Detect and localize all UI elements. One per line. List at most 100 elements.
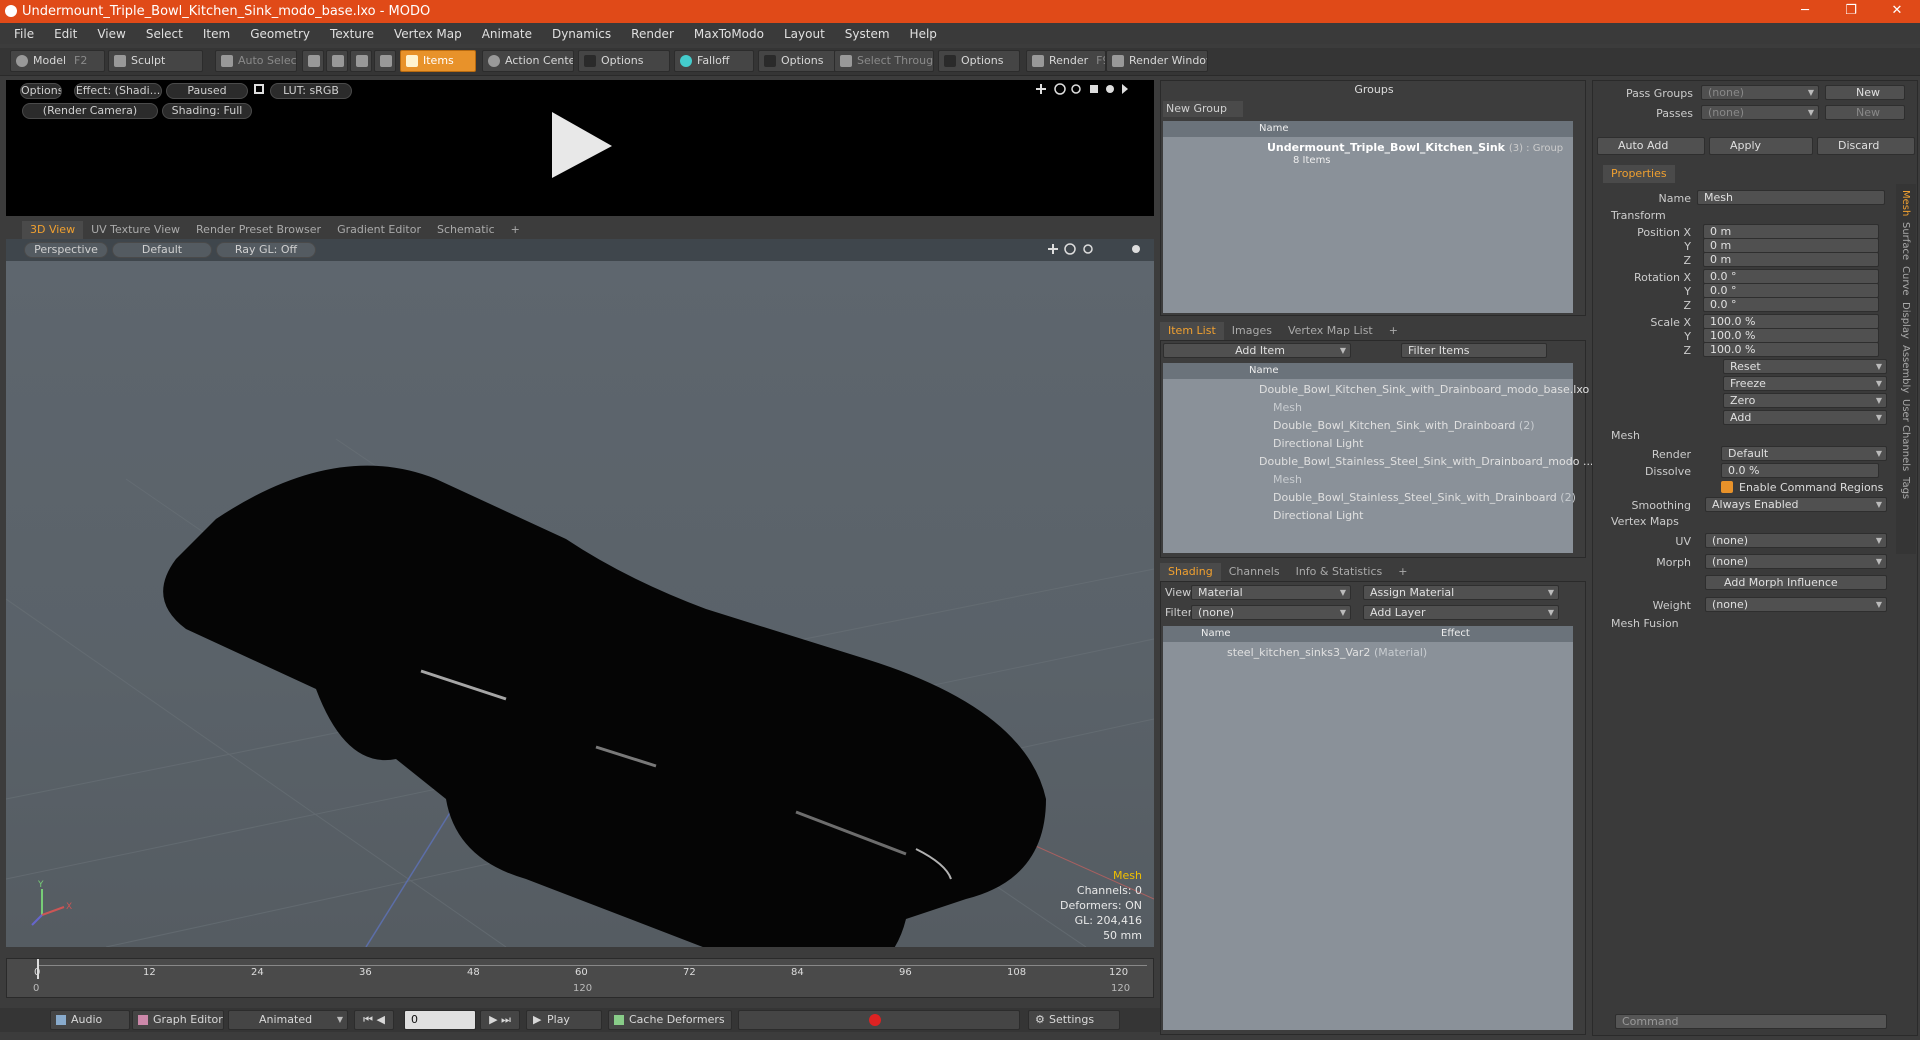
sculpt-mode-button[interactable]: Sculpt bbox=[108, 50, 203, 72]
graph-editor-button[interactable]: Graph Editor bbox=[132, 1010, 224, 1030]
audio-button[interactable]: Audio bbox=[50, 1010, 130, 1030]
items-mode-button[interactable]: Items bbox=[400, 50, 476, 72]
tab-properties[interactable]: Properties bbox=[1603, 165, 1675, 183]
3d-viewport[interactable]: Perspective Default Ray GL: Off Mesh Cha… bbox=[6, 239, 1154, 947]
side-tab-tags[interactable]: Tags bbox=[1900, 477, 1911, 499]
tab-schematic[interactable]: Schematic bbox=[429, 221, 503, 239]
tab-render-preset-browser[interactable]: Render Preset Browser bbox=[188, 221, 329, 239]
add-tab-button[interactable]: + bbox=[503, 221, 528, 239]
raygl-dropdown[interactable]: Ray GL: Off bbox=[216, 242, 316, 258]
menu-dynamics[interactable]: Dynamics bbox=[542, 27, 621, 41]
tab-shading[interactable]: Shading bbox=[1160, 563, 1221, 581]
add-morph-influence-button[interactable]: Add Morph Influence bbox=[1705, 575, 1887, 590]
frame-input[interactable]: 0 bbox=[404, 1010, 476, 1030]
new-pass-group-button[interactable]: New bbox=[1825, 85, 1905, 100]
menu-help[interactable]: Help bbox=[900, 27, 947, 41]
reset-dropdown[interactable]: Reset bbox=[1723, 359, 1887, 374]
menu-file[interactable]: File bbox=[4, 27, 44, 41]
shading-dropdown[interactable]: Shading: Full bbox=[162, 103, 252, 119]
cache-deformers-button[interactable]: Cache Deformers bbox=[608, 1010, 732, 1030]
new-group-button[interactable]: New Group bbox=[1163, 101, 1243, 117]
enable-command-regions-checkbox[interactable] bbox=[1721, 481, 1733, 493]
add-dropdown[interactable]: Add bbox=[1723, 410, 1887, 425]
perspective-dropdown[interactable]: Perspective bbox=[24, 242, 108, 258]
scale-x-input[interactable]: 100.0 % bbox=[1703, 314, 1879, 329]
action-center-button[interactable]: Action Center bbox=[482, 50, 574, 72]
rotation-y-input[interactable]: 0.0 ° bbox=[1703, 283, 1879, 298]
select-through-button[interactable]: Select Through bbox=[834, 50, 934, 72]
falloff-options-button[interactable]: Options bbox=[758, 50, 838, 72]
polygons-mode-button[interactable] bbox=[350, 50, 372, 72]
vertex-maps-section[interactable]: Vertex Maps bbox=[1611, 513, 1679, 531]
list-item[interactable]: Double_Bowl_Kitchen_Sink_with_Drainboard… bbox=[1259, 381, 1589, 399]
action-center-options-button[interactable]: Options bbox=[578, 50, 670, 72]
menu-select[interactable]: Select bbox=[136, 27, 193, 41]
freeze-dropdown[interactable]: Freeze bbox=[1723, 376, 1887, 391]
scale-z-input[interactable]: 100.0 % bbox=[1703, 342, 1879, 357]
menu-texture[interactable]: Texture bbox=[320, 27, 384, 41]
tab-uv-texture-view[interactable]: UV Texture View bbox=[83, 221, 188, 239]
add-tab-button[interactable]: + bbox=[1390, 563, 1415, 581]
add-layer-dropdown[interactable]: Add Layer bbox=[1363, 605, 1559, 620]
menu-maxtomodo[interactable]: MaxToModo bbox=[684, 27, 774, 41]
zero-dropdown[interactable]: Zero bbox=[1723, 393, 1887, 408]
smoothing-dropdown[interactable]: Always Enabled bbox=[1705, 497, 1887, 512]
rotation-z-input[interactable]: 0.0 ° bbox=[1703, 297, 1879, 312]
side-tab-assembly[interactable]: Assembly bbox=[1900, 345, 1911, 393]
dissolve-input[interactable]: 0.0 % bbox=[1721, 463, 1879, 478]
menu-vertex-map[interactable]: Vertex Map bbox=[384, 27, 472, 41]
settings-button[interactable]: ⚙ Settings bbox=[1028, 1010, 1120, 1030]
preview-nav-icons[interactable] bbox=[1034, 83, 1144, 97]
materials-mode-button[interactable] bbox=[374, 50, 396, 72]
group-name[interactable]: Undermount_Triple_Bowl_Kitchen_Sink (3) … bbox=[1267, 141, 1563, 154]
render-button[interactable]: RenderF9 bbox=[1026, 50, 1106, 72]
list-item[interactable]: Mesh bbox=[1273, 471, 1302, 489]
scale-y-input[interactable]: 100.0 % bbox=[1703, 328, 1879, 343]
list-item[interactable]: Double_Bowl_Stainless_Steel_Sink_with_Dr… bbox=[1259, 453, 1593, 471]
command-input[interactable]: Command bbox=[1615, 1014, 1887, 1029]
list-item[interactable]: Double_Bowl_Kitchen_Sink_with_Drainboard… bbox=[1273, 417, 1535, 435]
side-tab-user-channels[interactable]: User Channels bbox=[1900, 399, 1911, 471]
viewport-nav-icons[interactable] bbox=[1046, 243, 1146, 257]
filter-dropdown[interactable]: (none) bbox=[1191, 605, 1351, 620]
menu-animate[interactable]: Animate bbox=[472, 27, 542, 41]
key-tools[interactable] bbox=[738, 1010, 1020, 1030]
filter-items-input[interactable]: Filter Items bbox=[1401, 343, 1547, 358]
tab-vertex-map-list[interactable]: Vertex Map List bbox=[1280, 322, 1381, 340]
menu-edit[interactable]: Edit bbox=[44, 27, 87, 41]
tab-info-statistics[interactable]: Info & Statistics bbox=[1288, 563, 1391, 581]
record-icon[interactable] bbox=[869, 1014, 881, 1026]
lock-icon[interactable] bbox=[254, 84, 264, 94]
side-tab-curve[interactable]: Curve bbox=[1900, 266, 1911, 296]
side-tab-display[interactable]: Display bbox=[1900, 302, 1911, 339]
morph-dropdown[interactable]: (none) bbox=[1705, 554, 1887, 569]
render-window-button[interactable]: Render Window bbox=[1106, 50, 1208, 72]
position-z-input[interactable]: 0 m bbox=[1703, 252, 1879, 267]
preview-paused-button[interactable]: Paused bbox=[166, 83, 248, 99]
render-camera-dropdown[interactable]: (Render Camera) bbox=[22, 103, 158, 119]
list-item[interactable]: Mesh bbox=[1273, 399, 1302, 417]
tab-channels[interactable]: Channels bbox=[1221, 563, 1288, 581]
preview-effect-dropdown[interactable]: Effect: (Shadi... bbox=[74, 83, 162, 99]
add-tab-button[interactable]: + bbox=[1381, 322, 1406, 340]
menu-system[interactable]: System bbox=[835, 27, 900, 41]
assign-material-dropdown[interactable]: Assign Material bbox=[1363, 585, 1559, 600]
name-input[interactable]: Mesh bbox=[1697, 190, 1885, 205]
tab-3d-view[interactable]: 3D View bbox=[22, 221, 84, 239]
model-mode-button[interactable]: Model F2 bbox=[10, 50, 105, 72]
render-dropdown[interactable]: Default bbox=[1721, 446, 1887, 461]
lut-dropdown[interactable]: LUT: sRGB bbox=[270, 83, 352, 99]
default-style-dropdown[interactable]: Default bbox=[112, 242, 212, 258]
tab-images[interactable]: Images bbox=[1224, 322, 1280, 340]
weight-dropdown[interactable]: (none) bbox=[1705, 597, 1887, 612]
side-tab-surface[interactable]: Surface bbox=[1900, 222, 1911, 260]
menu-render[interactable]: Render bbox=[621, 27, 684, 41]
menu-geometry[interactable]: Geometry bbox=[240, 27, 320, 41]
jump-start-buttons[interactable]: ⏮ ◀ bbox=[354, 1010, 394, 1030]
close-button[interactable]: ✕ bbox=[1874, 0, 1920, 23]
list-item[interactable]: Directional Light bbox=[1273, 435, 1363, 453]
auto-select-button[interactable]: Auto Select bbox=[215, 50, 297, 72]
minimize-button[interactable]: ─ bbox=[1782, 0, 1828, 23]
step-forward-buttons[interactable]: ▶ ⏭ bbox=[480, 1010, 520, 1030]
side-tab-mesh[interactable]: Mesh bbox=[1900, 190, 1911, 216]
